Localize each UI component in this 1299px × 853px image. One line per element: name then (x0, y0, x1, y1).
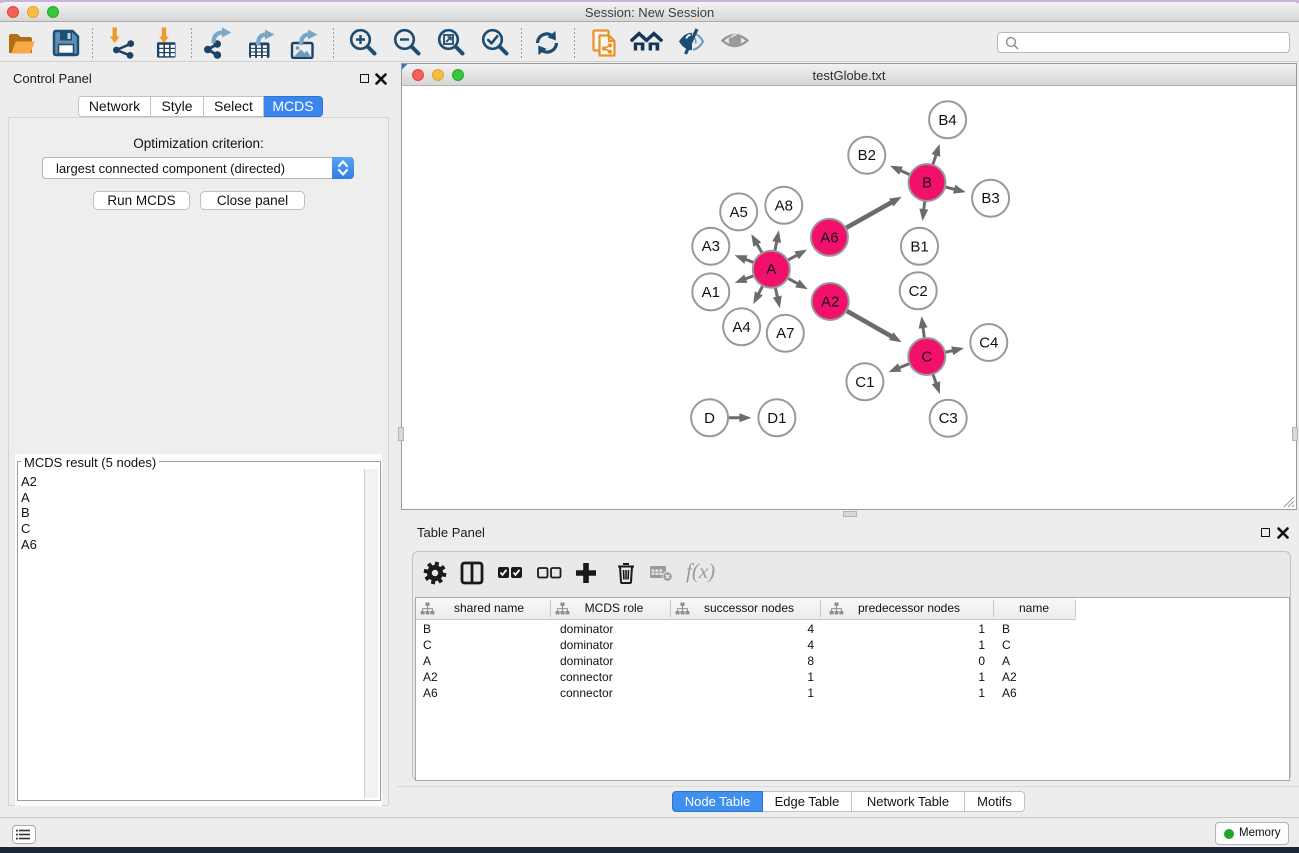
svg-text:D1: D1 (767, 410, 786, 427)
svg-text:C1: C1 (855, 374, 874, 391)
svg-text:A4: A4 (732, 319, 750, 336)
svg-text:B3: B3 (981, 190, 999, 207)
svg-text:B2: B2 (858, 147, 876, 164)
svg-text:C3: C3 (939, 410, 958, 427)
svg-text:D: D (704, 410, 715, 427)
svg-text:C4: C4 (979, 335, 998, 352)
svg-text:B4: B4 (938, 112, 956, 129)
svg-text:A2: A2 (821, 294, 839, 311)
svg-text:A5: A5 (730, 204, 748, 221)
svg-text:B: B (922, 175, 932, 192)
svg-text:A7: A7 (776, 325, 794, 342)
svg-text:A3: A3 (702, 238, 720, 255)
svg-text:A: A (766, 261, 776, 278)
svg-text:C: C (921, 349, 932, 366)
svg-text:A1: A1 (702, 284, 720, 301)
svg-text:B1: B1 (910, 238, 928, 255)
svg-text:A8: A8 (775, 197, 793, 214)
svg-text:C2: C2 (909, 283, 928, 300)
svg-text:A6: A6 (820, 229, 838, 246)
